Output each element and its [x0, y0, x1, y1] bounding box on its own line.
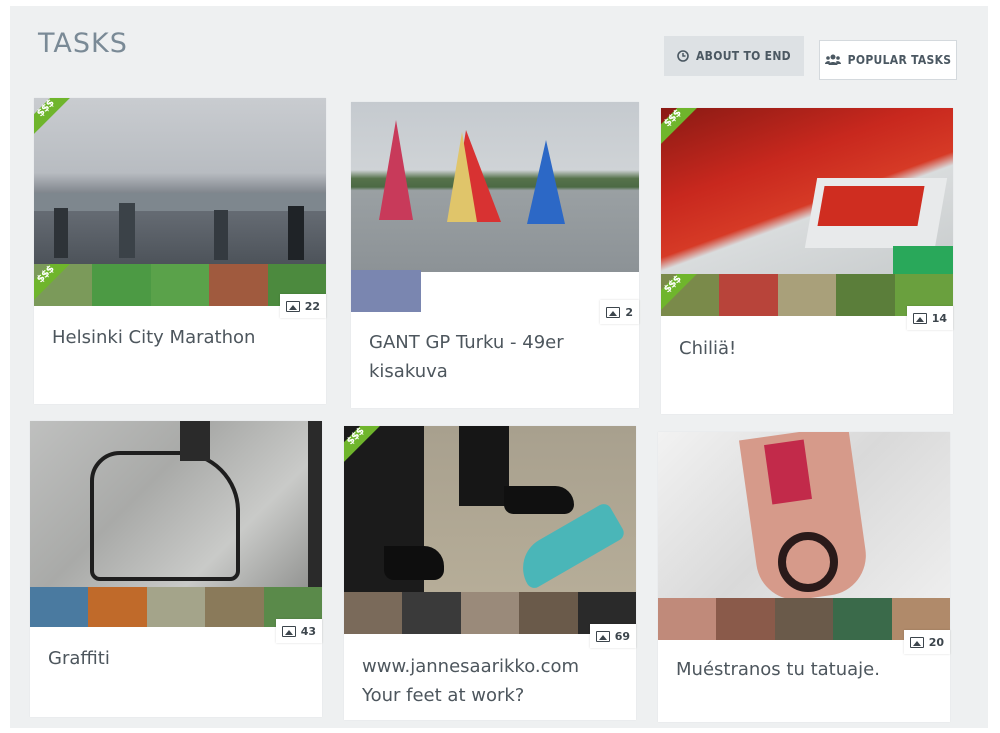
about-to-end-label: ABOUT TO END	[696, 49, 791, 63]
photo-count: 14	[906, 306, 953, 330]
image-icon	[912, 312, 927, 324]
paid-badge-label: $$$	[34, 264, 57, 286]
popular-tasks-label: POPULAR TASKS	[847, 53, 952, 67]
paid-badge: $$$	[661, 108, 701, 148]
task-card[interactable]: 43 Graffiti	[30, 421, 323, 717]
task-cover-photo	[351, 102, 639, 272]
task-title[interactable]: Helsinki City Marathon	[52, 323, 312, 352]
image-icon	[606, 306, 621, 318]
about-to-end-button[interactable]: ABOUT TO END	[664, 36, 804, 76]
clock-icon	[677, 50, 689, 62]
image-icon	[285, 300, 300, 312]
photo-count: 2	[600, 300, 639, 324]
photo-count-value: 2	[625, 305, 633, 319]
task-title[interactable]: GANT GP Turku - 49er kisakuva	[369, 328, 625, 386]
task-card[interactable]: $$$ $$$ 22 Helsinki City Marathon	[34, 98, 327, 404]
photo-count-value: 22	[304, 299, 320, 313]
task-cover-photo	[344, 426, 636, 592]
paid-badge-label: $$$	[661, 108, 684, 130]
task-card[interactable]: $$$ 69 www.jannesaarikko.com Your feet a…	[344, 426, 637, 720]
users-icon	[824, 54, 841, 65]
task-cover-photo	[34, 98, 326, 264]
paid-badge-label: $$$	[661, 274, 684, 296]
task-title[interactable]: Chiliä!	[679, 334, 939, 363]
photo-count-value: 20	[928, 635, 944, 649]
paid-badge: $$$	[661, 274, 701, 314]
paid-badge: $$$	[34, 98, 74, 138]
task-cover-photo	[30, 421, 322, 587]
task-cover-photo	[661, 108, 953, 274]
paid-badge: $$$	[344, 426, 384, 466]
task-thumbnail-strip	[351, 270, 639, 312]
paid-badge-label: $$$	[34, 98, 57, 120]
photo-count: 20	[903, 630, 950, 654]
task-card[interactable]: 20 Muéstranos tu tatuaje.	[658, 432, 951, 722]
photo-count: 43	[275, 619, 322, 643]
photo-count-value: 43	[300, 624, 316, 638]
task-title[interactable]: www.jannesaarikko.com Your feet at work?	[362, 652, 622, 710]
task-title[interactable]: Muéstranos tu tatuaje.	[676, 655, 936, 684]
task-card[interactable]: $$$ $$$ 14 Chiliä!	[661, 108, 954, 414]
photo-count-value: 69	[614, 629, 630, 643]
image-icon	[595, 630, 610, 642]
task-cover-photo	[658, 432, 950, 598]
paid-badge-label: $$$	[344, 426, 367, 448]
photo-count: 22	[279, 294, 326, 318]
paid-badge: $$$	[34, 264, 74, 304]
task-title[interactable]: Graffiti	[48, 644, 308, 673]
task-card[interactable]: 2 GANT GP Turku - 49er kisakuva	[351, 102, 639, 408]
image-icon	[281, 625, 296, 637]
photo-count-value: 14	[931, 311, 947, 325]
photo-count: 69	[589, 624, 636, 648]
image-icon	[909, 636, 924, 648]
popular-tasks-button[interactable]: POPULAR TASKS	[819, 40, 957, 80]
page-title: TASKS	[38, 28, 128, 59]
